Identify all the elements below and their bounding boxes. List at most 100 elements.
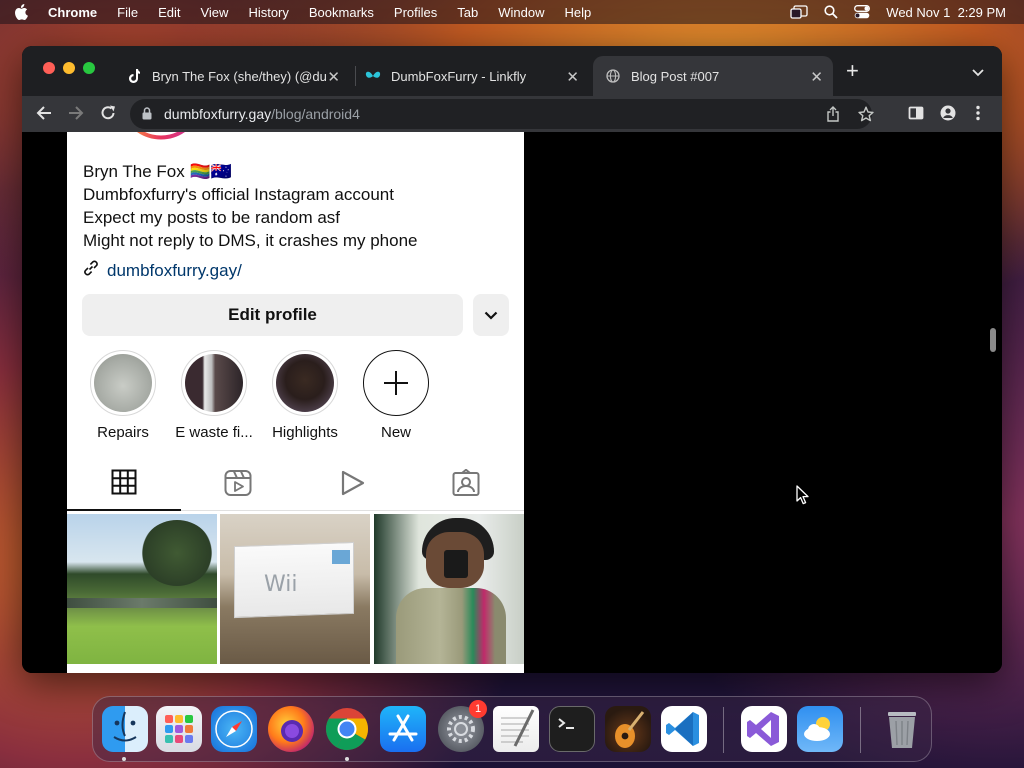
- visual-studio-code-icon[interactable]: [661, 706, 707, 752]
- edit-profile-button[interactable]: Edit profile: [82, 294, 463, 336]
- chrome-icon[interactable]: [324, 706, 370, 752]
- menu-history[interactable]: History: [248, 5, 288, 20]
- garageband-icon[interactable]: [605, 706, 651, 752]
- tab-strip: Bryn The Fox (she/they) (@du ✕ DumbFoxFu…: [22, 46, 1002, 96]
- dock-separator: [723, 707, 724, 753]
- menu-app-name[interactable]: Chrome: [48, 5, 97, 20]
- new-highlight-button[interactable]: New: [356, 350, 436, 441]
- reels-icon[interactable]: [224, 469, 252, 502]
- profile-icon[interactable]: [940, 105, 956, 126]
- highlight-label: New: [380, 424, 411, 441]
- window-manager-icon[interactable]: [790, 5, 808, 19]
- page-viewport: Bryn The Fox 🏳️‍🌈🇦🇺 Dumbfoxfurry's offic…: [22, 132, 1002, 673]
- running-indicator: [345, 757, 349, 761]
- launchpad-icon[interactable]: [156, 706, 202, 752]
- profile-name: Bryn The Fox 🏳️‍🌈🇦🇺: [83, 162, 232, 181]
- mouse-cursor-icon: [796, 485, 809, 505]
- textedit-icon[interactable]: [493, 706, 539, 752]
- url-domain: dumbfoxfurry.gay: [164, 106, 272, 122]
- menu-view[interactable]: View: [200, 5, 228, 20]
- menu-window[interactable]: Window: [498, 5, 544, 20]
- tab-search-chevron-icon[interactable]: [972, 64, 984, 82]
- safari-icon[interactable]: [211, 706, 257, 752]
- profile-content-tabs: [67, 465, 524, 511]
- tiktok-icon: [126, 68, 142, 84]
- side-panel-icon[interactable]: [908, 105, 924, 126]
- back-arrow-icon[interactable]: [36, 105, 52, 126]
- post-thumbnail-park[interactable]: [67, 514, 217, 664]
- tab-title: Bryn The Fox (she/they) (@du: [152, 68, 327, 84]
- control-center-icon[interactable]: [854, 5, 871, 19]
- tab-tiktok[interactable]: Bryn The Fox (she/they) (@du ✕: [114, 56, 350, 96]
- forward-arrow-icon[interactable]: [68, 105, 84, 126]
- video-icon[interactable]: [340, 469, 366, 502]
- wii-logo: Wii: [264, 572, 298, 597]
- menu-clock[interactable]: Wed Nov 1 2:29 PM: [886, 5, 1006, 20]
- menu-tab[interactable]: Tab: [457, 5, 478, 20]
- page-scrollbar[interactable]: [990, 328, 996, 352]
- notification-badge: 1: [469, 700, 487, 718]
- dock: 1: [92, 696, 932, 762]
- highlight-thumbnail: [185, 354, 243, 412]
- new-tab-button[interactable]: +: [846, 60, 859, 82]
- instagram-profile-screenshot: Bryn The Fox 🏳️‍🌈🇦🇺 Dumbfoxfurry's offic…: [67, 132, 524, 673]
- share-icon[interactable]: [826, 106, 840, 127]
- profile-avatar: [137, 132, 185, 140]
- linkfly-icon: [365, 68, 381, 84]
- chevron-down-icon[interactable]: [473, 294, 509, 336]
- reload-icon[interactable]: [100, 105, 116, 126]
- globe-icon: [605, 68, 621, 84]
- story-highlight-highlights[interactable]: Highlights: [265, 350, 345, 441]
- lock-icon[interactable]: [142, 107, 152, 125]
- menu-bookmarks[interactable]: Bookmarks: [309, 5, 374, 20]
- zoom-window-button[interactable]: [83, 62, 95, 74]
- profile-link[interactable]: dumbfoxfurry.gay/: [81, 258, 242, 283]
- close-tab-icon[interactable]: ✕: [810, 68, 823, 86]
- highlight-label: Repairs: [97, 424, 149, 441]
- grid-icon[interactable]: [111, 469, 137, 500]
- address-bar[interactable]: dumbfoxfurry.gay/blog/android4: [130, 99, 874, 129]
- post-thumbnail-selfie[interactable]: [374, 514, 524, 664]
- close-tab-icon[interactable]: ✕: [327, 68, 340, 86]
- chrome-window: Bryn The Fox (she/they) (@du ✕ DumbFoxFu…: [22, 46, 1002, 673]
- apple-menu-icon[interactable]: [14, 4, 32, 20]
- minimize-window-button[interactable]: [63, 62, 75, 74]
- menu-file[interactable]: File: [117, 5, 138, 20]
- story-highlight-repairs[interactable]: Repairs: [83, 350, 163, 441]
- bio-line: Dumbfoxfurry's official Instagram accoun…: [83, 185, 394, 204]
- menu-edit[interactable]: Edit: [158, 5, 180, 20]
- plus-icon: [384, 371, 408, 395]
- bookmark-star-icon[interactable]: [858, 106, 874, 127]
- highlight-thumbnail: [94, 354, 152, 412]
- tab-linkfly[interactable]: DumbFoxFurry - Linkfly ✕: [353, 56, 589, 96]
- finder-icon[interactable]: [102, 706, 148, 752]
- bio-line: Might not reply to DMS, it crashes my ph…: [83, 231, 418, 250]
- menu-help[interactable]: Help: [565, 5, 592, 20]
- browser-toolbar: dumbfoxfurry.gay/blog/android4: [22, 96, 1002, 132]
- url-text[interactable]: dumbfoxfurry.gay/blog/android4: [164, 106, 360, 122]
- tab-blog-post[interactable]: Blog Post #007 ✕: [593, 56, 833, 96]
- weather-icon[interactable]: [797, 706, 843, 752]
- active-tab-indicator: [67, 509, 181, 511]
- close-tab-icon[interactable]: ✕: [566, 68, 579, 86]
- visual-studio-icon[interactable]: [741, 706, 787, 752]
- link-icon: [81, 258, 101, 283]
- firefox-icon[interactable]: [268, 706, 314, 752]
- app-store-icon[interactable]: [380, 706, 426, 752]
- spotlight-search-icon[interactable]: [824, 5, 838, 19]
- menu-bar: Chrome File Edit View History Bookmarks …: [0, 0, 1024, 24]
- running-indicator: [122, 757, 126, 761]
- close-window-button[interactable]: [43, 62, 55, 74]
- bio-line: Expect my posts to be random asf: [83, 208, 341, 227]
- dock-separator: [860, 707, 861, 753]
- more-menu-icon[interactable]: [976, 105, 980, 126]
- terminal-icon[interactable]: [549, 706, 595, 752]
- tagged-icon[interactable]: [452, 468, 480, 502]
- menu-profiles[interactable]: Profiles: [394, 5, 437, 20]
- post-thumbnail-wii-box[interactable]: Wii: [220, 514, 370, 664]
- window-controls: [43, 62, 95, 74]
- trash-icon[interactable]: [879, 706, 925, 752]
- story-highlight-e-waste[interactable]: E waste fi...: [174, 350, 254, 441]
- url-path: /blog/android4: [271, 106, 360, 122]
- tab-title: Blog Post #007: [631, 68, 720, 84]
